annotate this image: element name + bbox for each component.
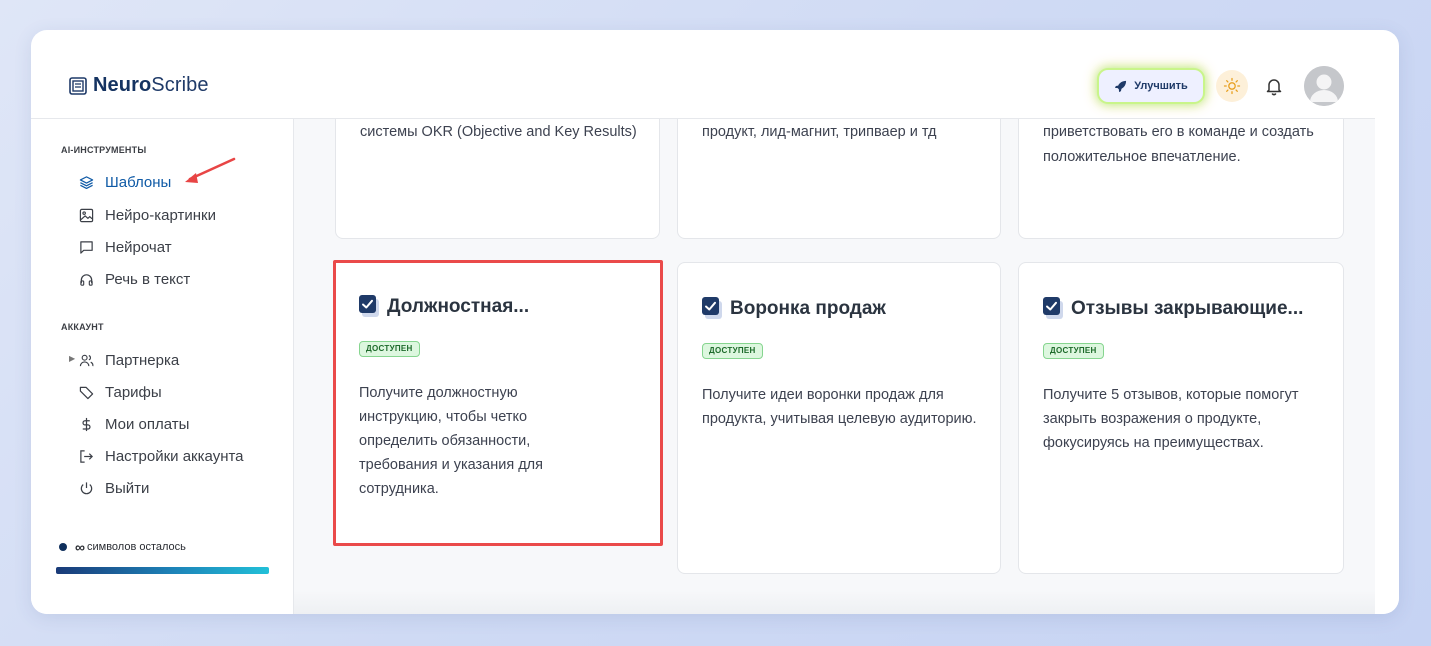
logo[interactable]: NeuroScribe bbox=[69, 74, 209, 97]
section-label-account: АККАУНТ bbox=[61, 322, 104, 332]
section-label-ai-tools: AI-ИНСТРУМЕНТЫ bbox=[61, 145, 147, 155]
credits-remaining: ∞ символов осталось bbox=[59, 539, 186, 555]
status-badge: ДОСТУПЕН bbox=[1043, 343, 1104, 359]
checkbox-icon bbox=[359, 295, 379, 317]
sidebar-item-neuro-images[interactable]: Нейро-картинки bbox=[79, 204, 216, 226]
power-icon bbox=[80, 481, 93, 494]
credits-symbol: ∞ bbox=[75, 539, 85, 555]
user-avatar-icon bbox=[1304, 66, 1344, 106]
dollar-icon bbox=[82, 417, 91, 431]
rocket-icon bbox=[1115, 80, 1127, 92]
sidebar-item-logout[interactable]: Выйти bbox=[79, 477, 149, 499]
image-icon bbox=[79, 208, 94, 222]
sidebar-item-label: Мои оплаты bbox=[105, 415, 190, 433]
card-title-text: Воронка продаж bbox=[730, 297, 886, 319]
card-description: Получите 5 отзывов, которые помогут закр… bbox=[1043, 387, 1299, 451]
checkbox-icon bbox=[702, 297, 722, 319]
status-badge: ДОСТУПЕН bbox=[702, 343, 763, 359]
scrollbar-track[interactable] bbox=[1375, 119, 1399, 614]
sidebar-item-label: Партнерка bbox=[105, 351, 180, 369]
card-title-text: Должностная... bbox=[387, 295, 530, 317]
template-card-job-description[interactable]: Должностная... ДОСТУПЕН Получите должнос… bbox=[333, 260, 663, 546]
template-card-reviews[interactable]: Отзывы закрывающие... ДОСТУПЕН Получите … bbox=[1018, 262, 1344, 574]
template-card-okr[interactable]: системы OKR (Objective and Key Results) bbox=[335, 119, 660, 239]
logo-icon bbox=[69, 76, 87, 95]
sidebar-item-label: Нейрочат bbox=[105, 238, 172, 256]
sign-in-icon bbox=[80, 449, 93, 463]
sidebar-item-label: Шаблоны bbox=[105, 173, 172, 191]
credits-progress-fill bbox=[56, 567, 269, 574]
sidebar-item-label: Выйти bbox=[105, 479, 150, 497]
sidebar-item-speech-to-text[interactable]: Речь в текст bbox=[79, 268, 190, 290]
users-icon bbox=[79, 354, 94, 366]
caret-right-icon[interactable]: ▶ bbox=[69, 354, 75, 363]
app-window: NeuroScribe Улучшить AI-ИНСТРУМЕНТЫ Шабл… bbox=[31, 30, 1399, 614]
theme-toggle-button[interactable] bbox=[1216, 70, 1248, 102]
annotation-arrow-icon bbox=[185, 157, 236, 183]
status-badge: ДОСТУПЕН bbox=[359, 341, 420, 357]
sidebar-item-templates[interactable]: Шаблоны bbox=[79, 171, 171, 193]
credits-progress-bar bbox=[56, 567, 269, 574]
upgrade-label: Улучшить bbox=[1134, 80, 1188, 92]
sidebar-item-partners[interactable]: Партнерка bbox=[79, 349, 179, 371]
sidebar-item-neurochat[interactable]: Нейрочат bbox=[79, 236, 172, 258]
upgrade-button[interactable]: Улучшить bbox=[1099, 70, 1203, 102]
credits-text: символов осталось bbox=[86, 541, 186, 553]
logo-text: NeuroScribe bbox=[93, 74, 209, 96]
template-card-welcome[interactable]: приветствовать его в команде и создать п… bbox=[1018, 119, 1344, 239]
sidebar-item-account-settings[interactable]: Настройки аккаунта bbox=[79, 445, 244, 467]
templates-grid: системы OKR (Objective and Key Results) … bbox=[294, 119, 1375, 614]
card-title: Отзывы закрывающие... bbox=[1043, 297, 1303, 320]
headphones-icon bbox=[80, 273, 93, 286]
card-title: Воронка продаж bbox=[702, 297, 886, 320]
card-description: системы OKR (Objective and Key Results) bbox=[360, 124, 637, 140]
card-description: продукт, лид-магнит, трипваер и тд bbox=[702, 124, 937, 140]
sidebar-item-label: Тарифы bbox=[105, 383, 162, 401]
top-header: NeuroScribe Улучшить bbox=[31, 30, 1375, 119]
card-title: Должностная... bbox=[359, 295, 529, 318]
card-description: приветствовать его в команде и создать п… bbox=[1043, 124, 1314, 165]
checkbox-icon bbox=[1043, 297, 1063, 319]
sidebar-item-label: Речь в текст bbox=[105, 270, 191, 288]
card-description: Получите должностную инструкцию, чтобы ч… bbox=[359, 385, 543, 497]
template-card-funnel-top[interactable]: продукт, лид-магнит, трипваер и тд bbox=[677, 119, 1001, 239]
sidebar-item-my-payments[interactable]: Мои оплаты bbox=[79, 413, 189, 435]
template-card-sales-funnel[interactable]: Воронка продаж ДОСТУПЕН Получите идеи во… bbox=[677, 262, 1001, 574]
chat-icon bbox=[80, 240, 93, 254]
sidebar-item-tariffs[interactable]: Тарифы bbox=[79, 381, 162, 403]
sun-icon bbox=[1223, 77, 1241, 95]
card-title-text: Отзывы закрывающие... bbox=[1071, 297, 1304, 319]
credits-dot bbox=[59, 543, 67, 551]
sidebar-item-label: Настройки аккаунта bbox=[105, 447, 244, 465]
avatar[interactable] bbox=[1304, 66, 1344, 106]
sidebar: AI-ИНСТРУМЕНТЫ Шаблоны Нейро-картинки Не… bbox=[31, 119, 294, 614]
card-description: Получите идеи воронки продаж для продукт… bbox=[702, 387, 977, 427]
bell-icon[interactable] bbox=[1264, 76, 1284, 96]
tag-icon bbox=[79, 386, 94, 399]
sidebar-item-label: Нейро-картинки bbox=[105, 206, 216, 224]
layers-icon bbox=[79, 175, 94, 189]
